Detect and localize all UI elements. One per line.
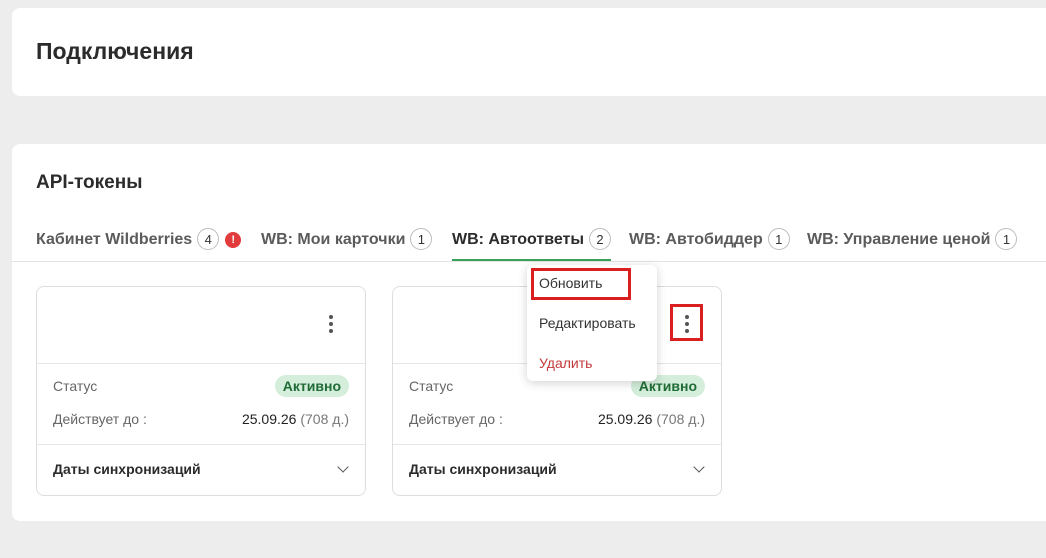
- more-options-icon[interactable]: [681, 315, 693, 337]
- menu-item-edit[interactable]: Редактировать: [539, 315, 636, 331]
- valid-until-value: 25.09.26 (708 д.): [242, 411, 349, 427]
- valid-until-row: Действует до : 25.09.26 (708 д.): [53, 411, 349, 427]
- valid-until-value: 25.09.26 (708 д.): [598, 411, 705, 427]
- tab-label: Кабинет Wildberries: [36, 231, 193, 248]
- context-menu: Обновить Редактировать Удалить: [527, 265, 657, 381]
- tab-count-badge: 4: [197, 228, 220, 250]
- tab-label: WB: Мои карточки: [261, 231, 406, 248]
- valid-days: (708 д.): [300, 411, 349, 427]
- status-row: Статус Активно: [53, 375, 349, 397]
- status-label: Статус: [53, 378, 98, 394]
- status-label: Статус: [409, 378, 454, 394]
- alert-icon: !: [225, 232, 242, 248]
- valid-date: 25.09.26: [597, 411, 653, 427]
- chevron-down-icon[interactable]: [337, 461, 349, 473]
- more-options-icon[interactable]: [325, 315, 337, 337]
- status-badge: Активно: [274, 375, 349, 397]
- tab-autobidder[interactable]: WB: Автобиддер 1: [629, 228, 790, 259]
- tab-autoreplies[interactable]: WB: Автоответы 2: [452, 228, 612, 261]
- sync-dates-label: Даты синхронизаций: [53, 461, 201, 477]
- menu-item-refresh[interactable]: Обновить: [539, 275, 602, 291]
- tab-my-cards[interactable]: WB: Мои карточки 1: [261, 228, 433, 259]
- sync-dates-section[interactable]: Даты синхронизаций: [393, 444, 721, 497]
- valid-until-label: Действует до :: [53, 411, 147, 427]
- tab-wildberries-cabinet[interactable]: Кабинет Wildberries 4 !: [36, 228, 242, 259]
- valid-until-row: Действует до : 25.09.26 (708 д.): [409, 411, 705, 427]
- page-title: Подключения: [36, 38, 194, 64]
- tab-count-badge: 1: [995, 228, 1018, 250]
- tab-label: WB: Управление ценой: [807, 231, 991, 248]
- tab-label: WB: Автоответы: [452, 231, 585, 248]
- tab-count-badge: 1: [410, 228, 433, 250]
- tab-count-badge: 2: [589, 228, 612, 250]
- tab-price-management[interactable]: WB: Управление ценой 1: [807, 228, 1018, 259]
- valid-date: 25.09.26: [241, 411, 297, 427]
- header-panel: Подключения: [12, 8, 1046, 96]
- sync-dates-label: Даты синхронизаций: [409, 461, 557, 477]
- tab-label: WB: Автобиддер: [629, 231, 763, 248]
- chevron-down-icon[interactable]: [693, 461, 705, 473]
- valid-days: (708 д.): [656, 411, 705, 427]
- tab-count-badge: 1: [767, 228, 790, 250]
- valid-until-label: Действует до :: [409, 411, 503, 427]
- menu-item-delete[interactable]: Удалить: [539, 355, 592, 371]
- section-title: API-токены: [36, 172, 143, 193]
- tabs-bar: Кабинет Wildberries 4 ! WB: Мои карточки…: [12, 228, 1046, 262]
- sync-dates-section[interactable]: Даты синхронизаций: [37, 444, 365, 497]
- card-header: [37, 287, 365, 364]
- token-card: Статус Активно Действует до : 25.09.26 (…: [36, 286, 366, 496]
